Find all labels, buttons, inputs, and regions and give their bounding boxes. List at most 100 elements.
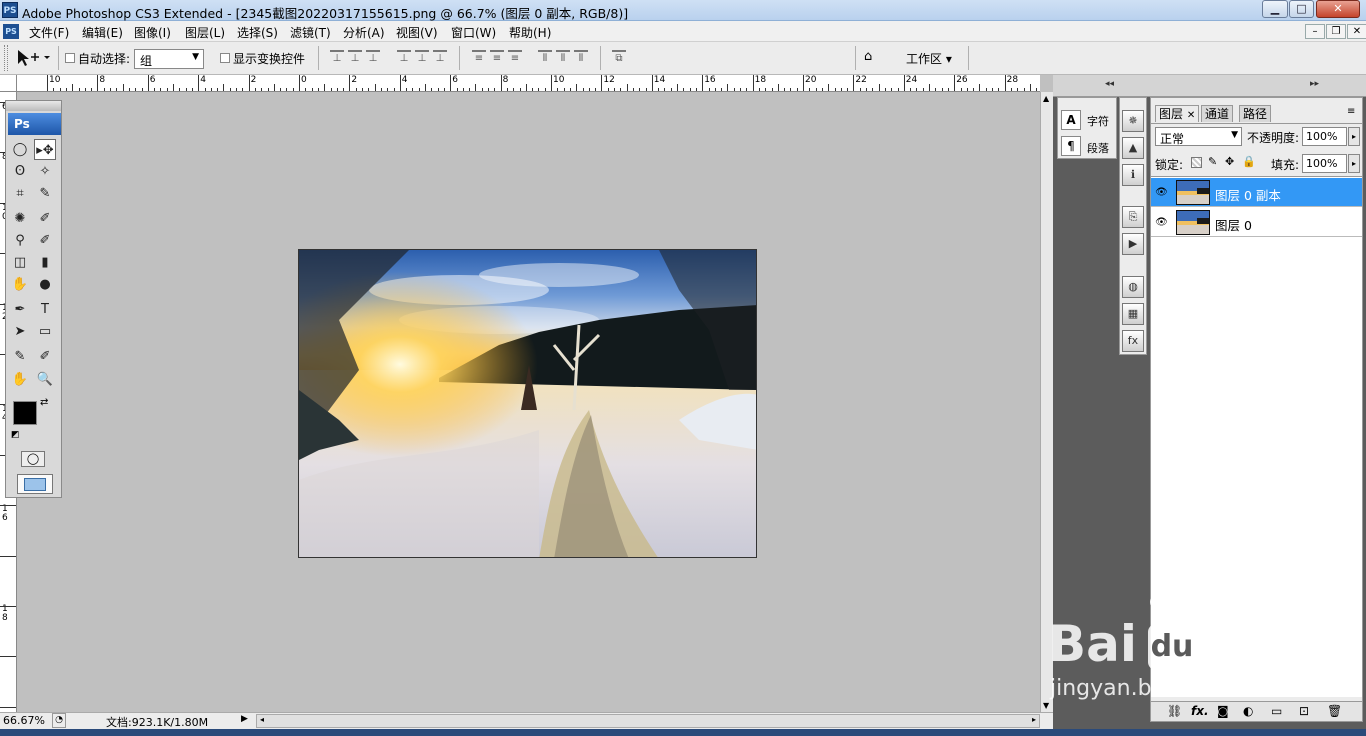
tool-button[interactable]: ▸✥	[34, 139, 56, 160]
document-image[interactable]	[298, 249, 757, 558]
tool-button[interactable]: ✒	[9, 299, 31, 320]
fill-slider-button[interactable]: ▸	[1348, 154, 1360, 173]
tool-button[interactable]: ✐	[34, 230, 56, 251]
foreground-color-swatch[interactable]	[13, 401, 37, 425]
navigator-icon[interactable]: ✵	[1122, 110, 1144, 132]
styles-icon[interactable]: fx	[1122, 330, 1144, 352]
layer-name[interactable]: 图层 0 副本	[1215, 185, 1281, 204]
quick-mask-icon[interactable]: ◯	[21, 451, 45, 467]
paragraph-label[interactable]: 段落	[1087, 140, 1109, 156]
distribute-bottom-icon[interactable]: ≡	[508, 50, 522, 64]
menu-file[interactable]: 文件(F)	[29, 24, 69, 41]
tool-button[interactable]: ✎	[34, 183, 56, 204]
status-menu-icon[interactable]: ▶	[241, 714, 248, 724]
align-left-icon[interactable]: ⊥	[397, 50, 411, 64]
tool-button[interactable]: T	[34, 299, 56, 320]
menu-filter[interactable]: 滤镜(T)	[290, 24, 331, 41]
distribute-vcenter-icon[interactable]: ≡	[490, 50, 504, 64]
tool-button[interactable]: ✺	[9, 208, 31, 229]
horizontal-ruler[interactable]: 10 8 6 4 2 0 2 4 6 8 10 12 14 16 18 20 22 24 26 28	[17, 75, 1040, 92]
menu-analysis[interactable]: 分析(A)	[343, 24, 385, 41]
scroll-right-icon[interactable]: ▸	[1032, 715, 1036, 724]
opacity-input[interactable]: 100%	[1302, 127, 1347, 146]
show-transform-checkbox[interactable]	[220, 53, 230, 63]
grid-icon[interactable]: ▦	[1122, 303, 1144, 325]
tool-button[interactable]: ✋	[9, 369, 31, 390]
minimize-button[interactable]: ▁	[1262, 0, 1288, 18]
menu-layer[interactable]: 图层(L)	[185, 24, 225, 41]
horizontal-scrollbar[interactable]: ◂ ▸	[256, 714, 1040, 728]
scroll-up-icon[interactable]: ▲	[1043, 94, 1049, 103]
doc-close-button[interactable]: ✕	[1347, 24, 1366, 39]
lock-all-icon[interactable]: 🔒	[1242, 155, 1256, 168]
visibility-eye-icon[interactable]: 👁	[1154, 185, 1169, 200]
menu-image[interactable]: 图像(I)	[134, 24, 171, 41]
history-icon[interactable]: ⎘	[1122, 206, 1144, 228]
tools-panel-header[interactable]	[6, 101, 61, 111]
menu-select[interactable]: 选择(S)	[237, 24, 278, 41]
tool-button[interactable]: ⚲	[9, 230, 31, 251]
blend-mode-dropdown[interactable]: 正常 ▼	[1155, 127, 1242, 146]
character-label[interactable]: 字符	[1087, 113, 1109, 129]
workspace-menu[interactable]: 工作区 ▾	[906, 50, 952, 67]
info-icon[interactable]: ℹ	[1122, 164, 1144, 186]
distribute-hcenter-icon[interactable]: ⫴	[556, 50, 570, 64]
close-tab-icon[interactable]: ✕	[1187, 110, 1195, 121]
histogram-icon[interactable]: ▲	[1122, 137, 1144, 159]
scroll-left-icon[interactable]: ◂	[260, 715, 264, 724]
align-right-icon[interactable]: ⊥	[433, 50, 447, 64]
close-button[interactable]: ✕	[1316, 0, 1360, 18]
move-tool-icon[interactable]	[14, 47, 50, 69]
character-icon[interactable]: A	[1061, 110, 1081, 130]
tool-button[interactable]: ◫	[9, 252, 31, 273]
distribute-top-icon[interactable]: ≡	[472, 50, 486, 64]
auto-align-icon[interactable]: ⧉	[612, 50, 626, 64]
tab-channels[interactable]: 通道	[1201, 105, 1234, 122]
collapse-right-icon[interactable]: ▸▸	[1310, 79, 1319, 89]
tool-button[interactable]: ➤	[9, 321, 31, 342]
screen-mode-button[interactable]	[17, 474, 53, 494]
options-grip[interactable]	[4, 45, 8, 71]
maximize-button[interactable]: □	[1289, 0, 1314, 18]
layer-row[interactable]: 👁 图层 0	[1151, 208, 1362, 237]
lock-transparency-icon[interactable]	[1191, 157, 1202, 168]
status-info-icon[interactable]: ◔	[52, 713, 66, 728]
menu-view[interactable]: 视图(V)	[396, 24, 438, 41]
doc-restore-button[interactable]: ❐	[1326, 24, 1346, 39]
auto-select-checkbox[interactable]	[65, 53, 75, 63]
tool-button[interactable]: ✐	[34, 208, 56, 229]
bridge-icon[interactable]: ⌂	[864, 49, 886, 67]
distribute-left-icon[interactable]: ⫴	[538, 50, 552, 64]
tool-button[interactable]: ✧	[34, 161, 56, 182]
dock-header[interactable]: ◂◂ ▸▸	[1053, 75, 1366, 97]
auto-select-dropdown[interactable]: 组 ▼	[134, 49, 204, 69]
tool-button[interactable]: ▮	[34, 252, 56, 273]
doc-minimize-button[interactable]: –	[1305, 24, 1325, 39]
tool-button[interactable]: ʘ	[9, 161, 31, 182]
swatches-icon[interactable]: ◍	[1122, 276, 1144, 298]
layer-row[interactable]: 👁 图层 0 副本	[1151, 178, 1362, 207]
tool-button[interactable]: 🔍	[34, 369, 56, 390]
tool-button[interactable]: ◯	[9, 139, 31, 160]
collapse-left-icon[interactable]: ◂◂	[1105, 79, 1114, 89]
tool-button[interactable]: ✐	[34, 346, 56, 367]
menu-help[interactable]: 帮助(H)	[509, 24, 551, 41]
doc-icon[interactable]: PS	[3, 24, 19, 39]
tool-button[interactable]: ●	[34, 274, 56, 295]
zoom-level[interactable]: 66.67%	[3, 714, 45, 727]
align-top-icon[interactable]: ⊥	[330, 50, 344, 64]
paragraph-icon[interactable]: ¶	[1061, 136, 1081, 156]
lock-position-icon[interactable]: ✥	[1225, 155, 1234, 168]
distribute-right-icon[interactable]: ⫴	[574, 50, 588, 64]
tool-button[interactable]: ✎	[9, 346, 31, 367]
menu-window[interactable]: 窗口(W)	[451, 24, 496, 41]
align-bottom-icon[interactable]: ⊥	[366, 50, 380, 64]
align-vcenter-icon[interactable]: ⊥	[348, 50, 362, 64]
actions-icon[interactable]: ▶	[1122, 233, 1144, 255]
opacity-slider-button[interactable]: ▸	[1348, 127, 1360, 146]
visibility-eye-icon[interactable]: 👁	[1154, 215, 1169, 230]
default-colors-icon[interactable]: ◩	[11, 430, 20, 440]
ps-logo[interactable]: Ps	[8, 113, 61, 135]
tool-button[interactable]: ▭	[34, 321, 56, 342]
tab-paths[interactable]: 路径	[1239, 105, 1272, 122]
